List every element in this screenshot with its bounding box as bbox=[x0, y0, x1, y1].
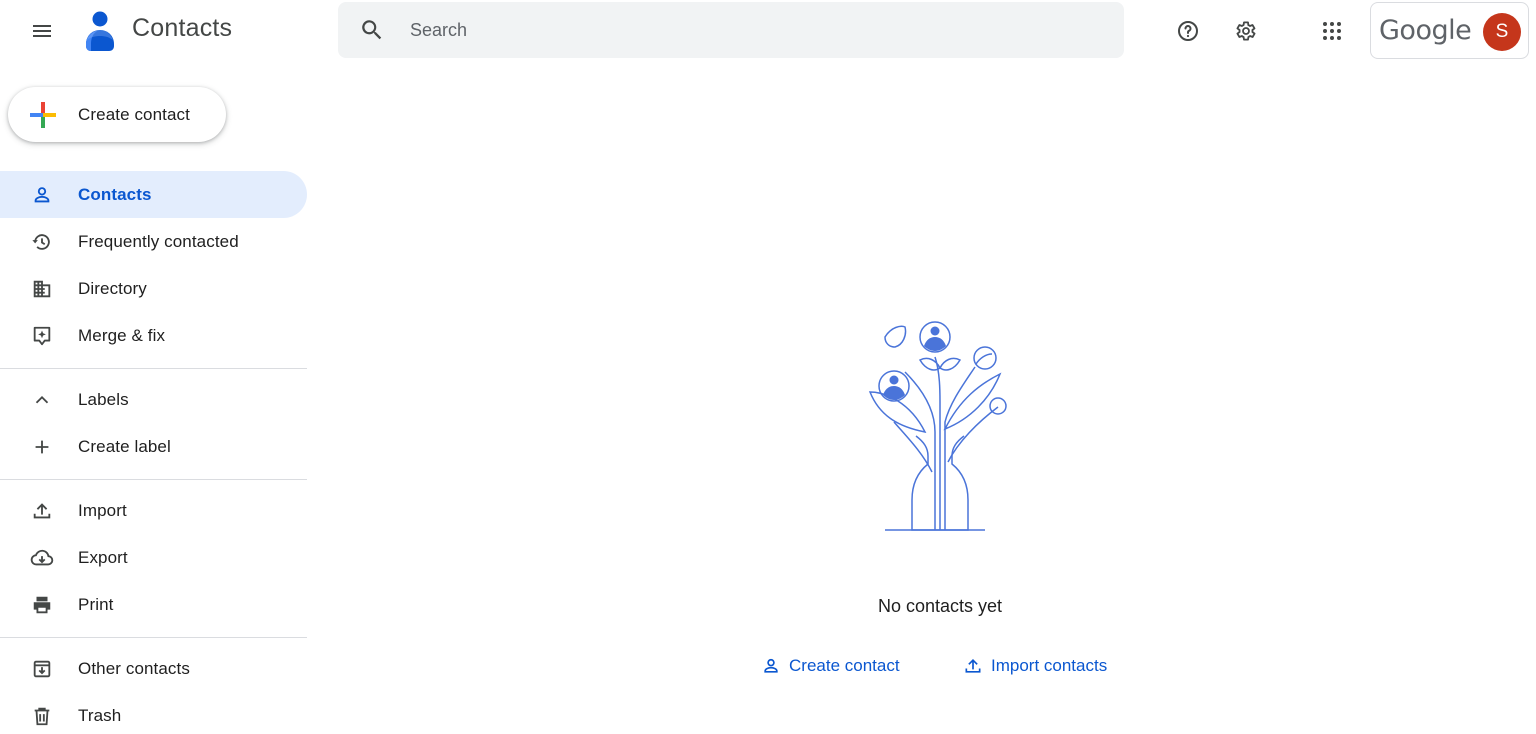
app-header: Contacts Google S bbox=[0, 0, 1536, 62]
person-icon bbox=[760, 655, 782, 677]
hamburger-menu-icon[interactable] bbox=[22, 11, 62, 51]
create-contact-link[interactable]: Create contact bbox=[760, 653, 900, 679]
sidebar-item-label: Merge & fix bbox=[78, 325, 166, 345]
labels-section-toggle[interactable]: Labels bbox=[0, 376, 307, 423]
search-bar[interactable] bbox=[338, 2, 1124, 58]
import-contacts-link-label: Import contacts bbox=[991, 656, 1108, 675]
apps-grid-icon[interactable] bbox=[1312, 11, 1352, 51]
sidebar-item-contacts[interactable]: Contacts bbox=[0, 171, 307, 218]
sidebar-item-label: Contacts bbox=[78, 184, 152, 204]
sidebar-item-export[interactable]: Export bbox=[0, 534, 307, 581]
create-contact-label: Create contact bbox=[78, 104, 190, 124]
create-contact-link-label: Create contact bbox=[789, 656, 900, 675]
empty-state-illustration bbox=[860, 312, 1020, 538]
sidebar-item-label: Print bbox=[78, 594, 114, 614]
sidebar-item-import[interactable]: Import bbox=[0, 487, 307, 534]
labels-header: Labels bbox=[78, 389, 129, 409]
create-contact-button[interactable]: Create contact bbox=[8, 87, 226, 142]
printer-icon bbox=[30, 593, 54, 617]
contacts-logo-icon bbox=[80, 8, 120, 52]
account-switcher[interactable]: Google S bbox=[1370, 2, 1529, 59]
create-label-label: Create label bbox=[78, 436, 171, 456]
person-icon bbox=[30, 183, 54, 207]
plus-icon bbox=[28, 100, 58, 130]
create-label-button[interactable]: Create label bbox=[0, 423, 307, 470]
chevron-up-icon bbox=[30, 388, 54, 412]
plus-icon bbox=[30, 435, 54, 459]
upload-icon bbox=[30, 499, 54, 523]
history-icon bbox=[30, 230, 54, 254]
sidebar-item-label: Other contacts bbox=[78, 658, 190, 678]
cloud-download-icon bbox=[30, 546, 54, 570]
sidebar-item-trash[interactable]: Trash bbox=[0, 692, 307, 734]
google-wordmark: Google bbox=[1379, 15, 1472, 46]
sidebar-divider bbox=[0, 479, 307, 480]
merge-fix-icon bbox=[30, 324, 54, 348]
sidebar-item-label: Frequently contacted bbox=[78, 231, 239, 251]
trash-icon bbox=[30, 704, 54, 728]
building-icon bbox=[30, 277, 54, 301]
import-contacts-link[interactable]: Import contacts bbox=[962, 653, 1107, 679]
sidebar-item-print[interactable]: Print bbox=[0, 581, 307, 628]
sidebar-item-label: Directory bbox=[78, 278, 147, 298]
archive-icon bbox=[30, 657, 54, 681]
upload-icon bbox=[962, 655, 984, 677]
sidebar-item-label: Import bbox=[78, 500, 127, 520]
sidebar-item-directory[interactable]: Directory bbox=[0, 265, 307, 312]
sidebar-item-other-contacts[interactable]: Other contacts bbox=[0, 645, 307, 692]
empty-state-message: No contacts yet bbox=[877, 596, 1003, 616]
help-icon[interactable] bbox=[1168, 11, 1208, 51]
sidebar-divider bbox=[0, 368, 307, 369]
avatar[interactable]: S bbox=[1483, 13, 1521, 51]
sidebar-divider bbox=[0, 637, 307, 638]
sidebar-item-merge-fix[interactable]: Merge & fix bbox=[0, 312, 307, 359]
app-title: Contacts bbox=[132, 14, 233, 42]
sidebar-item-frequently-contacted[interactable]: Frequently contacted bbox=[0, 218, 307, 265]
search-icon[interactable] bbox=[342, 2, 402, 58]
search-input[interactable] bbox=[410, 19, 1090, 41]
sidebar-item-label: Trash bbox=[78, 705, 122, 725]
gear-icon[interactable] bbox=[1225, 11, 1265, 51]
sidebar-item-label: Export bbox=[78, 547, 128, 567]
